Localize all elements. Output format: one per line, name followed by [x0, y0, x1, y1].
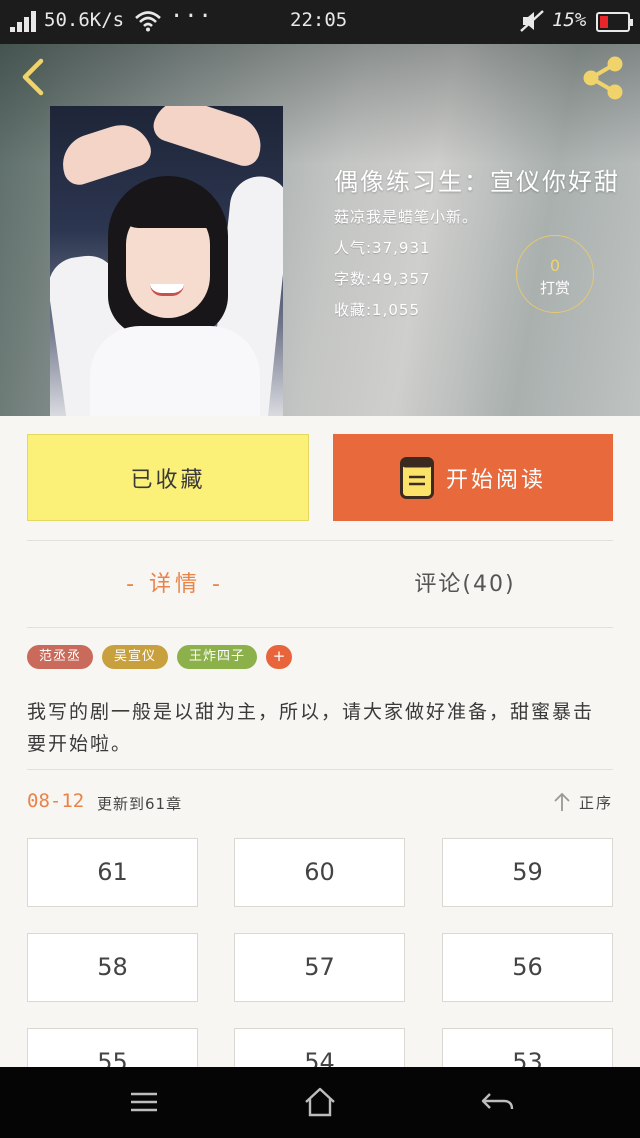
tab-comments[interactable]: 评论(40) [350, 566, 580, 598]
start-reading-label: 开始阅读 [445, 467, 546, 493]
book-favorites: 收藏:1,055 [334, 301, 420, 319]
book-popularity: 人气:37,931 [334, 239, 431, 257]
chapter-button[interactable]: 56 [442, 933, 613, 1002]
more-dots-icon: ··· [170, 4, 213, 29]
tag-chip[interactable]: 范丞丞 [27, 645, 94, 669]
book-icon [399, 456, 434, 499]
clock: 22:05 [290, 9, 348, 31]
divider [27, 540, 613, 541]
book-title: 偶像练习生：宣仪你好甜 [334, 168, 620, 196]
chapter-button[interactable]: 58 [27, 933, 198, 1002]
tip-label: 打赏 [539, 279, 570, 297]
tag-list: 范丞丞 吴宣仪 王炸四子 + [27, 645, 293, 669]
chapter-button[interactable]: 53 [442, 1028, 613, 1067]
battery-icon [596, 12, 633, 32]
mute-icon [520, 10, 544, 32]
update-info: 08-12 更新到61章 正序 [27, 790, 613, 816]
tab-details[interactable]: - 详情 - [60, 566, 290, 598]
divider [27, 769, 613, 770]
chapter-button[interactable]: 61 [27, 838, 198, 907]
wifi-icon [135, 11, 161, 32]
start-reading-button[interactable]: 开始阅读 [333, 434, 613, 521]
divider [27, 627, 613, 628]
menu-icon[interactable] [124, 1085, 164, 1119]
book-cover[interactable] [50, 106, 283, 416]
chapter-button[interactable]: 57 [234, 933, 405, 1002]
tip-count: 0 [549, 256, 561, 275]
signal-icon [10, 10, 38, 32]
sort-order-button[interactable]: 正序 [553, 792, 613, 813]
favorited-button[interactable]: 已收藏 [27, 434, 309, 521]
chapter-button[interactable]: 59 [442, 838, 613, 907]
system-nav-bar [0, 1067, 640, 1138]
chapter-button[interactable]: 60 [234, 838, 405, 907]
book-word-count: 字数:49,357 [334, 270, 431, 288]
chapter-button[interactable]: 55 [27, 1028, 198, 1067]
status-bar: 50.6K/s ··· 22:05 15% [0, 0, 640, 44]
update-date: 08-12 [27, 790, 85, 812]
book-description: 我写的剧一般是以甜为主，所以，请大家做好准备，甜蜜暴击要开始啦。 [27, 701, 595, 755]
back-button[interactable] [14, 56, 54, 96]
favorited-label: 已收藏 [130, 467, 206, 493]
battery-percent: 15% [552, 9, 587, 31]
back-nav-icon[interactable] [478, 1085, 518, 1119]
add-tag-button[interactable]: + [266, 645, 293, 669]
sort-label: 正序 [578, 794, 613, 812]
tag-chip[interactable]: 王炸四子 [177, 645, 258, 669]
share-button[interactable] [580, 54, 628, 102]
update-text: 更新到61章 [97, 795, 183, 813]
tag-chip[interactable]: 吴宣仪 [102, 645, 169, 669]
network-speed: 50.6K/s [44, 9, 125, 31]
chapter-button[interactable]: 54 [234, 1028, 405, 1067]
arrow-up-icon [554, 792, 570, 811]
chapter-grid: 61 60 59 58 57 56 55 54 53 [27, 838, 613, 1067]
book-header: 偶像练习生：宣仪你好甜 菇凉我是蜡笔小新。 人气:37,931 字数:49,35… [0, 44, 640, 416]
tip-button[interactable]: 0 打赏 [516, 235, 594, 313]
book-author[interactable]: 菇凉我是蜡笔小新。 [334, 206, 478, 227]
home-icon[interactable] [300, 1085, 340, 1119]
